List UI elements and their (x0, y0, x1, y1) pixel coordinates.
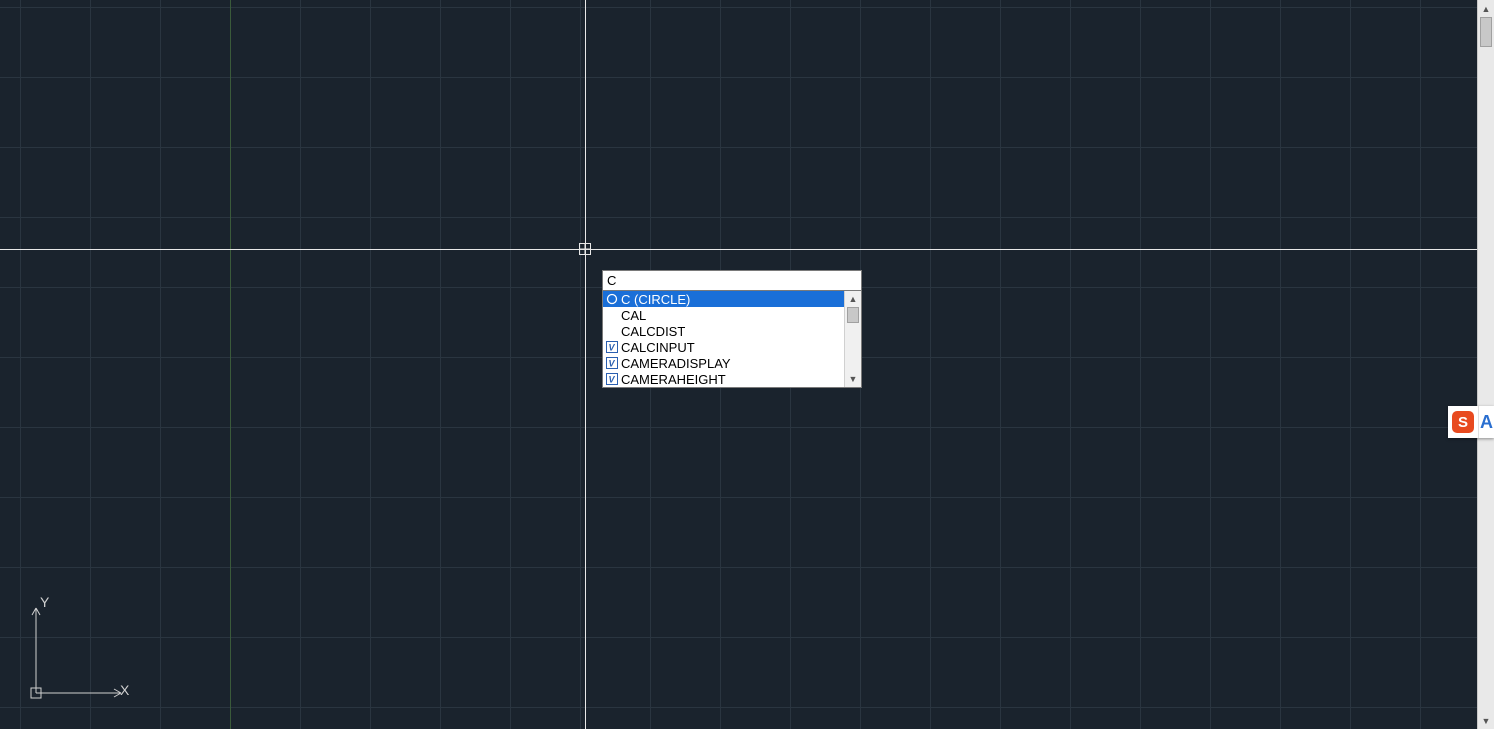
svg-text:V: V (609, 359, 616, 369)
system-variable-icon: V (605, 372, 619, 386)
scroll-up-icon[interactable]: ▲ (1478, 0, 1494, 17)
autocomplete-label: CALCDIST (621, 324, 842, 339)
scrollbar-thumb[interactable] (1480, 17, 1492, 47)
system-variable-icon: V (605, 356, 619, 370)
grid-line (1280, 0, 1281, 729)
grid-line (0, 7, 1477, 8)
scroll-down-icon[interactable]: ▼ (845, 371, 861, 387)
grid-line (90, 0, 91, 729)
grid-line (580, 0, 581, 729)
autocomplete-label: CAMERAHEIGHT (621, 372, 842, 387)
grid-line (1420, 0, 1421, 729)
grid-line (160, 0, 161, 729)
grid-line (0, 77, 1477, 78)
system-variable-icon: V (605, 340, 619, 354)
svg-text:V: V (609, 343, 616, 353)
circle-icon (605, 292, 619, 306)
grid-line (1000, 0, 1001, 729)
autocomplete-scrollbar[interactable]: ▲ ▼ (844, 291, 861, 387)
svg-text:S: S (1458, 414, 1468, 431)
grid-line (0, 707, 1477, 708)
scrollbar-thumb[interactable] (847, 307, 859, 323)
autocomplete-item-cameradisplay[interactable]: V CAMERADISPLAY (603, 355, 844, 371)
autocomplete-item-cal[interactable]: CAL (603, 307, 844, 323)
command-autocomplete[interactable]: C (CIRCLE) CAL CALCDIST V CALCINPUT V (602, 291, 862, 388)
autocomplete-list: C (CIRCLE) CAL CALCDIST V CALCINPUT V (603, 291, 844, 387)
axis-line-y (230, 0, 231, 729)
ucs-icon: Y X (26, 593, 136, 703)
autocomplete-label: C (CIRCLE) (621, 292, 842, 307)
grid-line (0, 147, 1477, 148)
scroll-up-icon[interactable]: ▲ (845, 291, 861, 307)
grid-line (20, 0, 21, 729)
grid-line (1070, 0, 1071, 729)
crosshair-horizontal (0, 249, 1477, 250)
grid-line (510, 0, 511, 729)
grid-line (1140, 0, 1141, 729)
grid-line (370, 0, 371, 729)
vertical-scrollbar[interactable]: ▲ ▼ (1477, 0, 1494, 729)
grid-line (1350, 0, 1351, 729)
drawing-canvas[interactable]: Y X C (CIRCLE) CAL CALCDIST (0, 0, 1477, 729)
ime-logo-icon: S (1448, 406, 1478, 438)
grid-line (300, 0, 301, 729)
ime-mode-letter: A (1478, 406, 1494, 438)
autocomplete-item-calcdist[interactable]: CALCDIST (603, 323, 844, 339)
grid-line (930, 0, 931, 729)
autocomplete-item-cameraheight[interactable]: V CAMERAHEIGHT (603, 371, 844, 387)
ime-indicator[interactable]: S A (1448, 406, 1494, 438)
autocomplete-label: CAMERADISPLAY (621, 356, 842, 371)
grid-line (0, 497, 1477, 498)
grid-line (440, 0, 441, 729)
grid-line (0, 217, 1477, 218)
ucs-x-label: X (120, 682, 130, 698)
ucs-y-label: Y (40, 594, 50, 610)
grid-line (0, 637, 1477, 638)
autocomplete-label: CAL (621, 308, 842, 323)
grid-line (0, 427, 1477, 428)
command-input[interactable] (602, 270, 862, 291)
dynamic-input[interactable] (602, 270, 862, 291)
scroll-down-icon[interactable]: ▼ (1478, 712, 1494, 729)
autocomplete-item-calcinput[interactable]: V CALCINPUT (603, 339, 844, 355)
crosshair-pickbox (579, 243, 591, 255)
svg-text:V: V (609, 375, 616, 385)
crosshair-vertical (585, 0, 586, 729)
grid-line (0, 567, 1477, 568)
autocomplete-label: CALCINPUT (621, 340, 842, 355)
grid-line (1210, 0, 1211, 729)
autocomplete-item-circle[interactable]: C (CIRCLE) (603, 291, 844, 307)
